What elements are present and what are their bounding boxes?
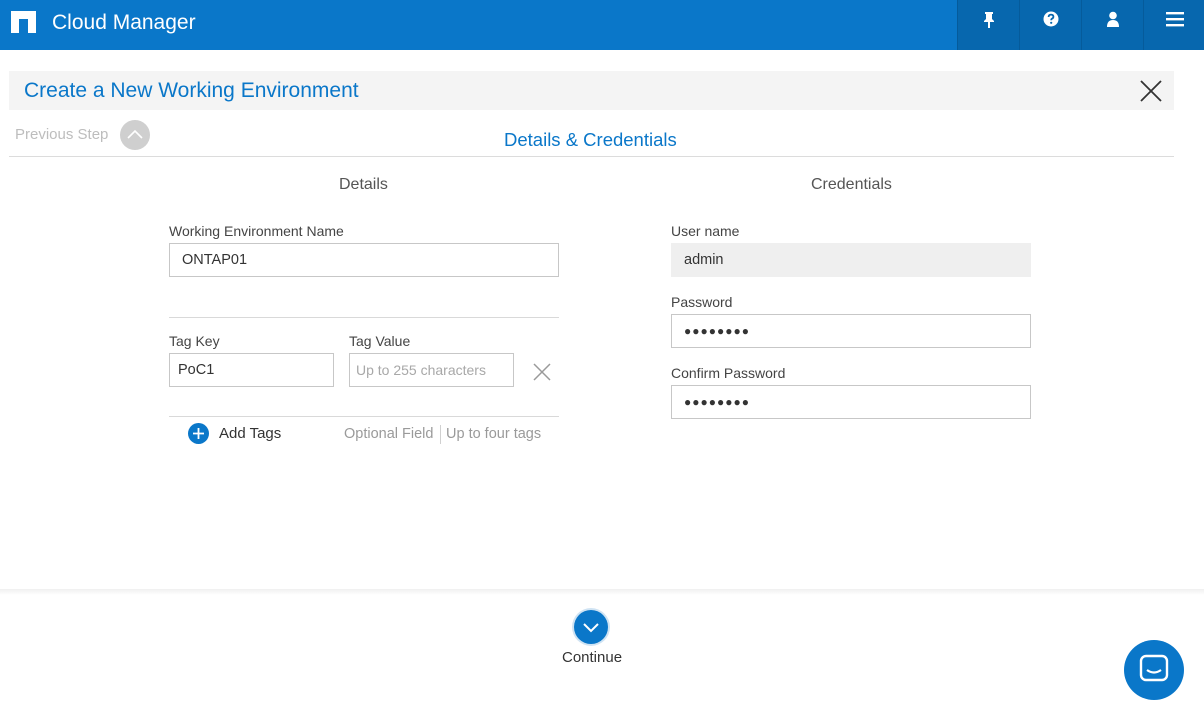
menu-icon (1165, 12, 1184, 27)
tag-value-input[interactable]: Up to 255 characters (349, 353, 514, 387)
tag-key-label: Tag Key (169, 333, 220, 349)
divider (169, 416, 559, 417)
pin-icon (983, 12, 994, 28)
username-input[interactable]: admin (671, 243, 1031, 277)
add-tags-label[interactable]: Add Tags (219, 425, 281, 442)
pin-button[interactable] (957, 0, 1019, 50)
continue-label[interactable]: Continue (562, 649, 622, 666)
hint-limit: Up to four tags (446, 426, 542, 442)
hint-separator (440, 425, 441, 444)
chevron-down-icon (583, 623, 599, 633)
credentials-heading: Credentials (811, 176, 892, 193)
password-input[interactable]: ●●●●●●●● (671, 314, 1031, 348)
plus-icon (193, 428, 204, 439)
hint-optional: Optional Field (344, 426, 434, 442)
remove-tag-icon[interactable] (532, 362, 552, 382)
top-bar: Cloud Manager (0, 0, 1204, 50)
username-label: User name (671, 223, 740, 239)
chat-button[interactable] (1124, 640, 1184, 700)
tag-key-input[interactable]: PoC1 (169, 353, 334, 387)
footer-divider (0, 589, 1204, 595)
step-title: Details & Credentials (504, 129, 677, 150)
continue-button[interactable] (574, 610, 608, 644)
password-label: Password (671, 294, 733, 310)
confirm-password-input[interactable]: ●●●●●●●● (671, 385, 1031, 419)
divider (169, 317, 559, 318)
we-name-input[interactable]: ONTAP01 (169, 243, 559, 277)
help-icon (1043, 11, 1058, 27)
divider (9, 156, 1174, 157)
chevron-up-icon (127, 129, 143, 139)
user-button[interactable] (1081, 0, 1143, 50)
tag-value-label: Tag Value (349, 333, 411, 349)
netapp-logo-icon (11, 11, 36, 33)
details-heading: Details (339, 176, 388, 193)
we-name-label: Working Environment Name (169, 223, 344, 239)
app-title: Cloud Manager (52, 11, 196, 34)
wizard-header: Create a New Working Environment (9, 71, 1174, 110)
add-tags-button[interactable] (188, 423, 209, 444)
close-icon[interactable] (1138, 78, 1164, 104)
menu-button[interactable] (1143, 0, 1204, 50)
confirm-password-label: Confirm Password (671, 365, 786, 381)
help-button[interactable] (1019, 0, 1081, 50)
user-icon (1106, 11, 1119, 27)
page-title: Create a New Working Environment (24, 79, 359, 102)
chat-icon (1139, 654, 1169, 682)
previous-step-label[interactable]: Previous Step (15, 126, 108, 143)
previous-step-button[interactable] (120, 120, 150, 150)
